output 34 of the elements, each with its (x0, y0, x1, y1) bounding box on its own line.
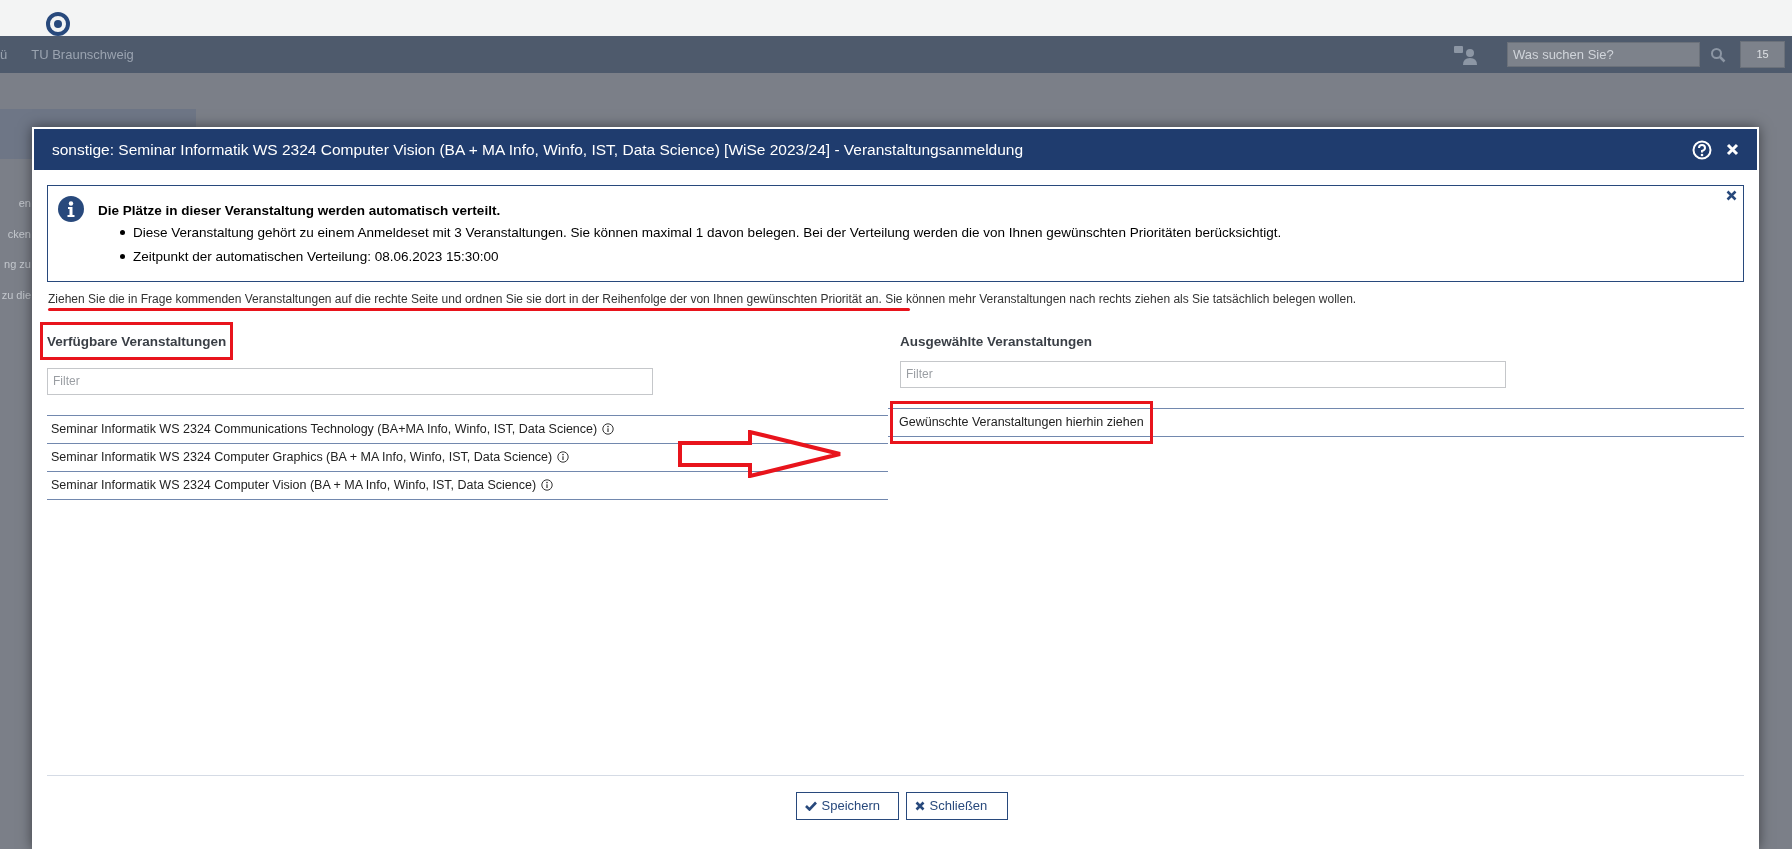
info-text: Zeitpunkt der automatischen Verteilung: 08.06.2023 15:30:00 (133, 247, 499, 266)
search-field[interactable]: Was suchen Sie? (1507, 42, 1700, 67)
bullet-icon (120, 253, 125, 259)
bullet-icon (120, 230, 125, 236)
help-icon[interactable] (1692, 139, 1712, 160)
instruction-text: Ziehen Sie die in Frage kommenden Veranstaltungen auf die rechte Seite und ordnen Sie sie dort in der Reihenfolge der von Ihnen gewünschten Priorität an. Sie können mehr Veranstaltungen nach rechts ziehen als Sie tatsächlich belegen wollen. (48, 291, 1357, 307)
column-heading: Verfügbare Veranstaltungen (47, 333, 227, 349)
logo-icon (44, 12, 72, 36)
filter-field[interactable]: Filter (47, 367, 653, 395)
counter-badge[interactable]: 15 (1740, 41, 1785, 68)
sidebar-link[interactable]: ng zu (4, 256, 31, 273)
course-item[interactable]: Seminar Informatik WS 2324 Computer Graphics (BA + MA Info, Winfo, IST, Data Science) (47, 443, 888, 472)
dialog-title: sonstige: Seminar Informatik WS 2324 Computer Vision (BA + MA Info, Winfo, IST, Data Science) [WiSe 2023/24] - Veranstaltungsanmeldung (52, 139, 1024, 160)
info-icon (58, 196, 84, 222)
sidebar-link[interactable]: zu die (1, 286, 31, 303)
info-heading: Die Plätze in dieser Veranstaltung werden automatisch verteilt. (98, 202, 502, 220)
sidebar-link[interactable]: en (18, 195, 31, 212)
column-heading: Ausgewählte Veranstaltungen (900, 333, 1093, 349)
sidebar-link[interactable]: cken (7, 225, 31, 242)
info-icon[interactable] (557, 451, 570, 464)
site-link[interactable]: TU Braunschweig (31, 44, 134, 65)
info-icon[interactable] (602, 423, 615, 436)
info-text: Diese Veranstaltung gehört zu einem Anmeldeset mit 3 Veranstaltungen. Sie können maximal 1 davon belegen. Bei der Verteilung werden die von Ihnen gewünschten Prioritäten berücksichtigt. (133, 224, 1282, 243)
course-item[interactable]: Seminar Informatik WS 2324 Computer Vision (BA + MA Info, Winfo, IST, Data Science) (47, 471, 888, 500)
menu-label[interactable]: ü (0, 44, 8, 65)
drop-hint: Gewünschte Veranstaltungen hierhin ziehen (899, 413, 1144, 431)
course-item[interactable]: Seminar Informatik WS 2324 Communications Technology (BA+MA Info, Winfo, IST, Data Science) (47, 415, 888, 444)
info-icon[interactable] (541, 479, 554, 492)
check-icon (804, 801, 817, 811)
close-icon (914, 801, 925, 811)
filter-field[interactable]: Filter (900, 360, 1506, 388)
save-button[interactable]: Speichern (795, 792, 899, 820)
close-button[interactable]: Schließen (905, 792, 1008, 820)
close-icon[interactable] (1726, 190, 1737, 201)
